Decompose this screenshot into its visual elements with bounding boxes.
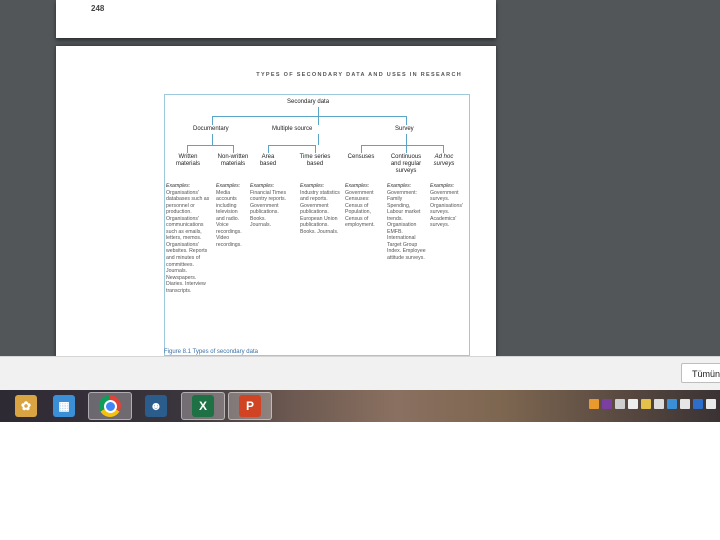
paint-palette-icon: ✿ xyxy=(15,395,37,417)
examples-ad-hoc: Examples: Government surveys. Organisati… xyxy=(430,183,468,229)
diagram-root: Secondary data xyxy=(287,99,330,105)
examples-text: Government: Family Spending, Labour mark… xyxy=(387,189,426,262)
group-survey: Survey xyxy=(395,126,414,132)
examples-continuous: Examples: Government: Family Spending, L… xyxy=(387,183,427,262)
figure-caption: Figure 8.1 Types of secondary data xyxy=(164,349,258,355)
volume-icon[interactable] xyxy=(706,399,716,409)
secondary-data-diagram: Secondary data Documentary Multiple sour… xyxy=(164,94,470,356)
connector xyxy=(361,145,444,146)
subtype-written-materials: Written materials xyxy=(175,154,201,167)
examples-text: Government surveys. Organisations' surve… xyxy=(430,189,463,229)
show-all-button[interactable]: Tümün xyxy=(681,363,720,383)
examples-non-written: Examples: Media accounts including telev… xyxy=(216,183,247,248)
signal-icon[interactable] xyxy=(680,399,690,409)
examples-time-series: Examples: Industry statistics and report… xyxy=(300,183,340,235)
connector xyxy=(361,145,362,153)
network-icon[interactable] xyxy=(667,399,677,409)
taskbar: ✿ ▦ ☻ X P xyxy=(0,390,720,422)
examples-text: Organisations' databases such as personn… xyxy=(166,189,210,294)
examples-heading: Examples: xyxy=(300,183,325,189)
connector xyxy=(268,145,269,153)
page-number: 248 xyxy=(91,4,105,13)
connector xyxy=(318,134,319,145)
pen-icon[interactable] xyxy=(641,399,651,409)
pdf-page-current: TYPES OF SECONDARY DATA AND USES IN RESE… xyxy=(56,46,496,356)
avatar-icon: ☻ xyxy=(145,395,167,417)
connector xyxy=(406,116,407,125)
examples-heading: Examples: xyxy=(345,183,370,189)
connector xyxy=(315,145,316,153)
connector xyxy=(212,116,406,117)
notification-bar: Tümün xyxy=(0,356,720,391)
subtype-continuous-regular-surveys: Continuous and regular surveys xyxy=(390,154,422,174)
subtype-area-based: Area based xyxy=(259,154,277,167)
onenote-icon[interactable] xyxy=(602,399,612,409)
control-panel-icon: ▦ xyxy=(53,395,75,417)
connector xyxy=(268,145,316,146)
examples-heading: Examples: xyxy=(387,183,412,189)
examples-text: Financial Times country reports. Governm… xyxy=(250,189,287,229)
display-icon[interactable] xyxy=(615,399,625,409)
connector xyxy=(318,107,319,116)
powerpoint-icon: P xyxy=(239,395,261,417)
connector xyxy=(187,145,234,146)
flag-icon[interactable] xyxy=(628,399,638,409)
group-multiple-source: Multiple source xyxy=(272,126,313,132)
examples-text: Industry statistics and reports. Governm… xyxy=(300,189,340,235)
examples-text: Media accounts including television and … xyxy=(216,189,242,248)
examples-censuses: Examples: Government Censuses: Census of… xyxy=(345,183,383,229)
taskbar-app-control-panel[interactable]: ▦ xyxy=(42,392,86,420)
excel-icon: X xyxy=(192,395,214,417)
taskbar-app-powerpoint[interactable]: P xyxy=(228,392,272,420)
subtype-censuses: Censuses xyxy=(347,154,375,160)
examples-heading: Examples: xyxy=(216,183,241,189)
connector xyxy=(187,145,188,153)
connector xyxy=(233,145,234,153)
connector xyxy=(318,116,319,125)
running-head: TYPES OF SECONDARY DATA AND USES IN RESE… xyxy=(256,72,462,78)
subtype-ad-hoc-surveys: Ad hoc surveys xyxy=(433,154,455,167)
connector xyxy=(212,116,213,125)
group-documentary: Documentary xyxy=(193,126,229,132)
connector xyxy=(443,145,444,153)
examples-text: Government Censuses: Census of Populatio… xyxy=(345,189,375,229)
subtype-non-written-materials: Non-written materials xyxy=(217,154,249,167)
app-icon[interactable] xyxy=(589,399,599,409)
examples-heading: Examples: xyxy=(430,183,455,189)
taskbar-app-excel[interactable]: X xyxy=(181,392,225,420)
taskbar-app-avatar[interactable]: ☻ xyxy=(134,392,178,420)
connector xyxy=(212,134,213,145)
battery-icon[interactable] xyxy=(654,399,664,409)
examples-heading: Examples: xyxy=(250,183,275,189)
pdf-viewer[interactable]: 248 TYPES OF SECONDARY DATA AND USES IN … xyxy=(0,0,720,356)
pdf-page-previous: 248 xyxy=(56,0,496,38)
system-tray xyxy=(589,399,716,409)
taskbar-app-chrome[interactable] xyxy=(88,392,132,420)
chrome-icon xyxy=(99,395,121,417)
bluetooth-icon[interactable] xyxy=(693,399,703,409)
examples-written: Examples: Organisations' databases such … xyxy=(166,183,214,294)
examples-heading: Examples: xyxy=(166,183,191,189)
connector xyxy=(406,145,407,153)
examples-area-based: Examples: Financial Times country report… xyxy=(250,183,288,229)
connector xyxy=(406,134,407,145)
subtype-time-series-based: Time series based xyxy=(299,154,331,167)
